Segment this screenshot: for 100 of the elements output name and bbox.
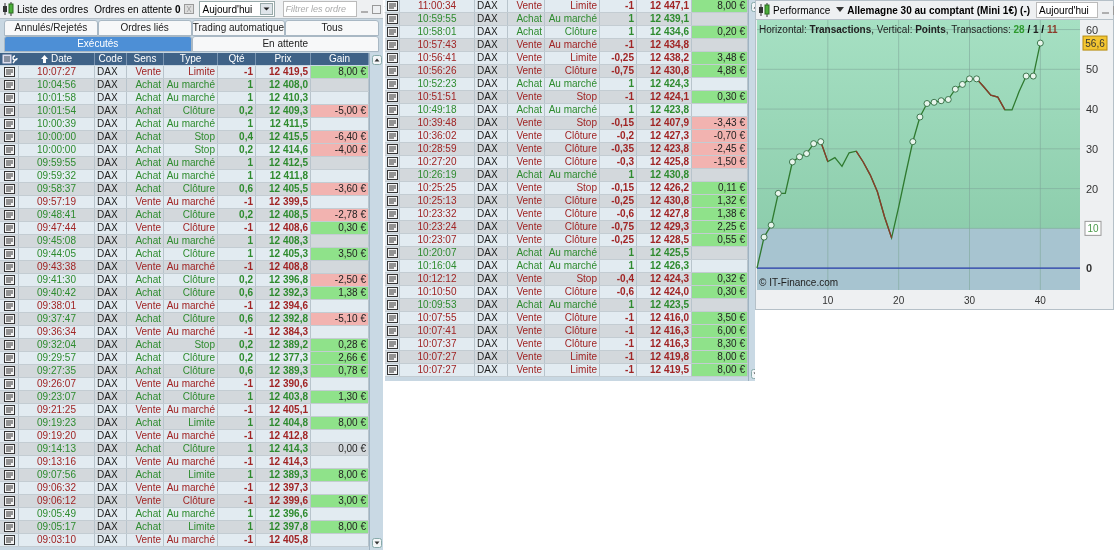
side-cell: Vente bbox=[127, 66, 164, 78]
type-cell: Clôture bbox=[545, 312, 600, 324]
document-icon[interactable] bbox=[3, 379, 15, 389]
column-header[interactable]: Prix bbox=[256, 53, 311, 65]
document-icon[interactable] bbox=[387, 339, 398, 349]
document-icon[interactable] bbox=[387, 209, 398, 219]
document-icon[interactable] bbox=[3, 119, 15, 129]
document-icon[interactable] bbox=[3, 67, 15, 77]
document-icon[interactable] bbox=[3, 80, 15, 90]
document-icon[interactable] bbox=[387, 300, 398, 310]
document-icon[interactable] bbox=[387, 53, 398, 63]
document-icon[interactable] bbox=[387, 157, 398, 167]
document-icon[interactable] bbox=[3, 275, 15, 285]
document-icon[interactable] bbox=[3, 145, 15, 155]
document-icon[interactable] bbox=[387, 118, 398, 128]
document-icon[interactable] bbox=[3, 535, 15, 545]
document-icon[interactable] bbox=[3, 509, 15, 519]
document-icon[interactable] bbox=[3, 405, 15, 415]
document-icon[interactable] bbox=[3, 301, 15, 311]
document-icon[interactable] bbox=[3, 340, 15, 350]
scroll-up-icon[interactable] bbox=[371, 55, 382, 65]
code-cell: DAX bbox=[475, 117, 508, 129]
document-icon[interactable] bbox=[3, 236, 15, 246]
tab[interactable]: Tous bbox=[285, 20, 379, 36]
tab[interactable]: Annulés/Rejetés bbox=[4, 20, 98, 36]
document-icon[interactable] bbox=[3, 93, 15, 103]
document-icon[interactable] bbox=[3, 483, 15, 493]
document-icon[interactable] bbox=[387, 248, 398, 258]
document-icon[interactable] bbox=[387, 326, 398, 336]
document-icon[interactable] bbox=[3, 366, 15, 376]
document-icon[interactable] bbox=[3, 132, 15, 142]
document-icon[interactable] bbox=[387, 105, 398, 115]
document-icon[interactable] bbox=[3, 444, 15, 454]
price-cell: 12 414,3 bbox=[256, 456, 311, 468]
period-dropdown[interactable]: Aujourd'hui bbox=[198, 1, 275, 17]
document-icon[interactable] bbox=[3, 210, 15, 220]
document-icon[interactable] bbox=[387, 235, 398, 245]
type-cell: Clôture bbox=[545, 195, 600, 207]
document-icon[interactable] bbox=[3, 327, 15, 337]
document-icon[interactable] bbox=[387, 66, 398, 76]
caret-icon[interactable] bbox=[836, 7, 845, 13]
side-cell: Achat bbox=[508, 247, 545, 259]
column-header[interactable]: Qté bbox=[218, 53, 256, 65]
document-icon[interactable] bbox=[3, 431, 15, 441]
document-icon[interactable] bbox=[387, 365, 398, 375]
tab[interactable]: Ordres liés bbox=[97, 20, 192, 36]
time-cell: 10:56:26 bbox=[400, 65, 475, 77]
price-cell: 12 430,8 bbox=[637, 169, 692, 181]
document-icon[interactable] bbox=[3, 470, 15, 480]
document-icon[interactable] bbox=[3, 457, 15, 467]
x-tick-label: 20 bbox=[893, 295, 905, 306]
document-icon[interactable] bbox=[387, 261, 398, 271]
side-cell: Vente bbox=[127, 495, 164, 507]
document-icon[interactable] bbox=[387, 79, 398, 89]
period-field[interactable]: Aujourd'hui bbox=[1036, 2, 1099, 18]
document-icon[interactable] bbox=[387, 196, 398, 206]
document-icon[interactable] bbox=[3, 197, 15, 207]
document-icon[interactable] bbox=[387, 14, 398, 24]
side-cell: Vente bbox=[127, 456, 164, 468]
document-icon[interactable] bbox=[3, 522, 15, 532]
document-icon[interactable] bbox=[387, 313, 398, 323]
document-icon[interactable] bbox=[387, 183, 398, 193]
column-header[interactable]: Date bbox=[19, 53, 95, 65]
filter-field[interactable]: Filtrer les ordre bbox=[282, 1, 357, 17]
gain-cell: 1,38 € bbox=[311, 287, 369, 299]
document-icon[interactable] bbox=[387, 92, 398, 102]
document-icon[interactable] bbox=[387, 287, 398, 297]
document-icon[interactable] bbox=[387, 1, 398, 11]
document-icon[interactable] bbox=[3, 392, 15, 402]
document-icon[interactable] bbox=[3, 249, 15, 259]
document-icon[interactable] bbox=[3, 106, 15, 116]
column-header[interactable]: Type bbox=[164, 53, 218, 65]
time-cell: 10:04:56 bbox=[19, 79, 95, 91]
side-cell: Vente bbox=[508, 65, 545, 77]
document-icon[interactable] bbox=[3, 158, 15, 168]
document-icon[interactable] bbox=[3, 184, 15, 194]
document-icon[interactable] bbox=[387, 222, 398, 232]
tab[interactable]: En attente bbox=[191, 36, 379, 52]
document-icon[interactable] bbox=[387, 170, 398, 180]
document-icon[interactable] bbox=[3, 418, 15, 428]
document-icon[interactable] bbox=[3, 262, 15, 272]
document-icon[interactable] bbox=[3, 288, 15, 298]
document-icon[interactable] bbox=[3, 223, 15, 233]
document-icon[interactable] bbox=[387, 144, 398, 154]
column-header[interactable]: Sens bbox=[127, 53, 164, 65]
document-icon[interactable] bbox=[387, 40, 398, 50]
scroll-down-icon[interactable] bbox=[371, 538, 382, 548]
document-icon[interactable] bbox=[3, 314, 15, 324]
column-header[interactable]: Code bbox=[95, 53, 127, 65]
document-icon[interactable] bbox=[387, 131, 398, 141]
document-icon[interactable] bbox=[3, 353, 15, 363]
document-icon[interactable] bbox=[387, 352, 398, 362]
document-icon[interactable] bbox=[3, 496, 15, 506]
document-icon[interactable] bbox=[387, 274, 398, 284]
tab[interactable]: Trading automatique bbox=[191, 20, 286, 36]
scrollbar[interactable] bbox=[369, 53, 383, 550]
instrument-title[interactable]: Allemagne 30 au comptant (Mini 1€) (-) bbox=[847, 2, 1031, 18]
document-icon[interactable] bbox=[387, 27, 398, 37]
document-icon[interactable] bbox=[3, 171, 15, 181]
settings-icon[interactable] bbox=[1, 54, 18, 64]
